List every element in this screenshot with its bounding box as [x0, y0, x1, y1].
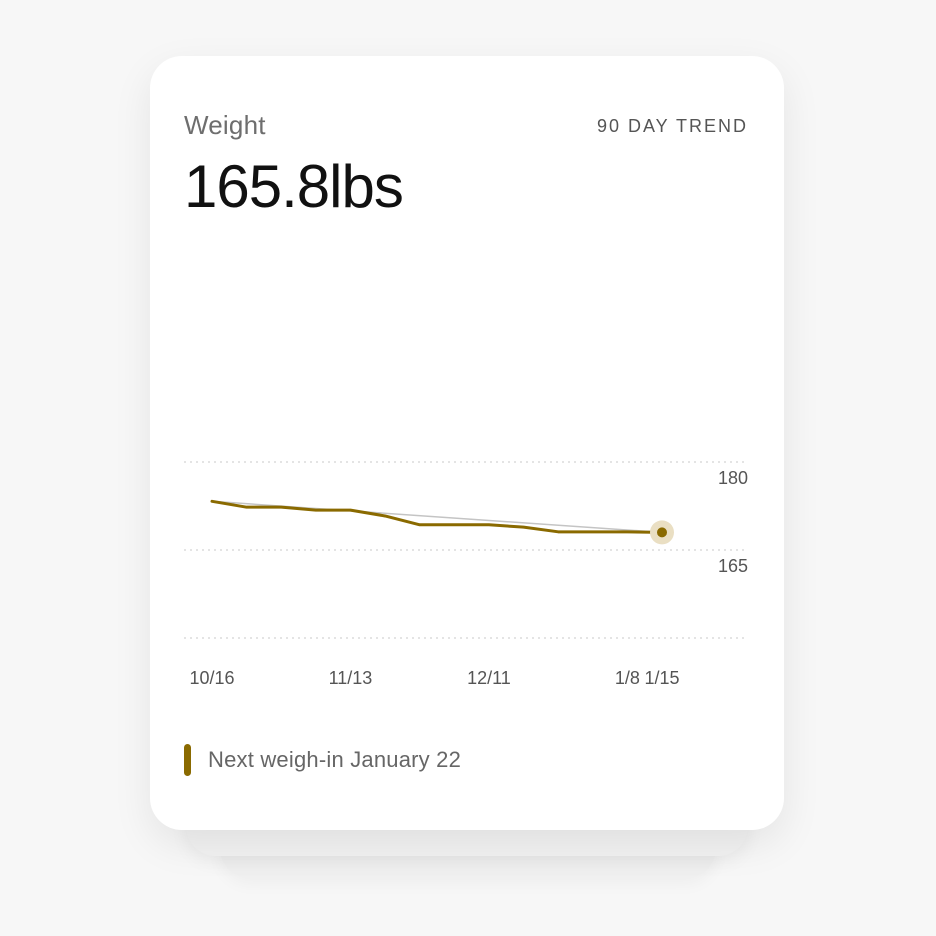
last-point-marker	[657, 527, 667, 538]
x-tick-label: 10/16	[189, 668, 234, 688]
chart-x-axis-labels: 10/16 11/13 12/11 1/8 1/15	[189, 668, 679, 688]
chart-marker-layer	[650, 520, 674, 545]
y-tick-label: 180	[718, 468, 748, 488]
chart-y-axis-labels: 180 165	[718, 468, 748, 576]
weight-card[interactable]: Weight 90 DAY TREND 165.8lbs 180 165 10/1…	[150, 56, 784, 830]
x-tick-label: 1/8	[615, 668, 640, 688]
next-weigh-in-text: Next weigh-in January 22	[208, 747, 462, 772]
chart-gridlines	[184, 461, 748, 639]
legend: Next weigh-in January 22	[184, 744, 461, 776]
legend-swatch	[184, 744, 191, 776]
y-tick-label: 165	[718, 556, 748, 576]
weight-chart: 180 165 10/16 11/13 12/11 1/8 1/15	[184, 461, 748, 688]
stage: Weight 90 DAY TREND 165.8lbs 180 165 10/1…	[0, 0, 936, 936]
x-tick-label: 1/15	[644, 668, 679, 688]
x-tick-label: 11/13	[329, 668, 373, 688]
x-tick-label: 12/11	[467, 668, 511, 688]
